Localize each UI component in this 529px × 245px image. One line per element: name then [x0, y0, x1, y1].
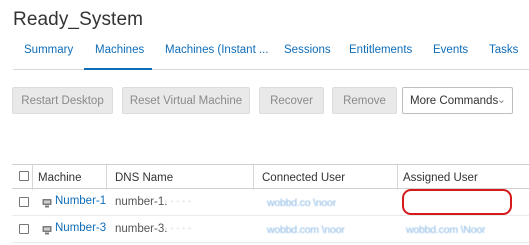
reset-vm-button[interactable]: Reset Virtual Machine [122, 87, 250, 114]
column-divider [32, 165, 33, 190]
header-dns-name[interactable]: DNS Name [115, 165, 173, 190]
select-all-checkbox[interactable] [19, 171, 29, 181]
tab-summary[interactable]: Summary [24, 44, 73, 70]
tab-machines-instant[interactable]: Machines (Instant ... [165, 44, 269, 70]
machine-link[interactable]: Number-3 [55, 222, 106, 234]
restart-desktop-button[interactable]: Restart Desktop [12, 87, 113, 114]
column-divider [397, 165, 398, 190]
row-checkbox[interactable] [19, 224, 29, 234]
tab-events[interactable]: Events [433, 44, 468, 70]
tab-tasks[interactable]: Tasks [489, 44, 518, 70]
chevron-down-icon: ⌄ [496, 94, 506, 106]
tab-entitlements[interactable]: Entitlements [349, 44, 412, 70]
table-row[interactable]: Number-3 number-3. · · · · · wobbd.com \… [12, 216, 529, 243]
dns-name-redacted: · · · · · [164, 222, 192, 234]
recover-button[interactable]: Recover [259, 87, 324, 114]
dns-name: number-1. [115, 196, 168, 208]
more-commands-dropdown[interactable]: More Commands ⌄ [402, 87, 513, 114]
tab-machines[interactable]: Machines [84, 44, 152, 70]
column-divider [106, 165, 107, 190]
assigned-user: wobbd.com \Noor [406, 224, 486, 236]
remove-button[interactable]: Remove [332, 87, 397, 114]
row-checkbox[interactable] [19, 197, 29, 207]
machine-icon [42, 199, 52, 208]
dns-name: number-3. [115, 223, 168, 235]
connected-user: wobbd.co \noor [267, 197, 336, 209]
page-title: Ready_System [13, 9, 144, 30]
header-assigned-user[interactable]: Assigned User [403, 165, 478, 190]
highlight-annotation [402, 189, 512, 215]
column-divider [253, 165, 254, 190]
machine-link[interactable]: Number-1 [55, 195, 106, 207]
machine-icon [42, 226, 52, 235]
connected-user: wobbd.com \noor [267, 224, 345, 236]
table-header: Machine DNS Name Connected User Assigned… [12, 164, 529, 190]
tab-sessions[interactable]: Sessions [284, 44, 331, 70]
more-commands-label: More Commands [410, 94, 499, 107]
dns-name-redacted: · · · · · [164, 195, 192, 207]
tab-bar: Summary Machines Machines (Instant ... S… [13, 44, 529, 70]
header-machine[interactable]: Machine [38, 165, 81, 190]
header-connected-user[interactable]: Connected User [262, 165, 345, 190]
